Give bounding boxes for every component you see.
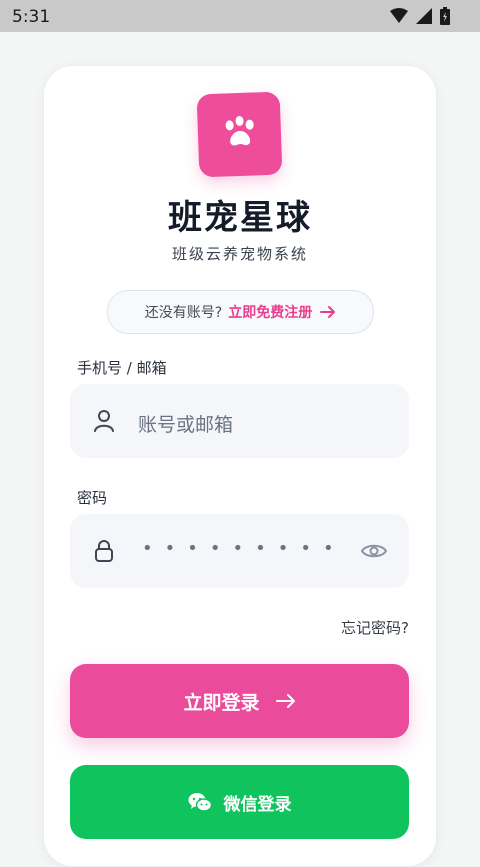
password-label: 密码 xyxy=(77,489,108,507)
battery-icon xyxy=(440,7,450,29)
status-icons xyxy=(390,7,450,29)
login-button-label: 立即登录 xyxy=(183,691,260,714)
arrow-right-icon xyxy=(275,693,296,709)
arrow-right-icon xyxy=(320,305,336,319)
login-button[interactable]: 立即登录 xyxy=(70,664,409,738)
app-title: 班宠星球 xyxy=(168,198,312,238)
lock-icon xyxy=(94,540,114,566)
account-placeholder: 账号或邮箱 xyxy=(138,414,234,436)
register-question: 还没有账号? xyxy=(144,305,223,321)
cellular-icon xyxy=(416,8,432,28)
password-value: ••••••••• xyxy=(142,538,346,559)
status-bar: 5:31 xyxy=(0,0,480,32)
user-icon xyxy=(94,410,114,436)
wechat-icon xyxy=(188,792,212,812)
paw-icon xyxy=(219,112,261,157)
signal-icon xyxy=(390,8,408,28)
forgot-password-link[interactable]: 忘记密码? xyxy=(341,617,409,638)
app-logo xyxy=(196,91,283,178)
status-time: 5:31 xyxy=(12,7,51,27)
register-link-label: 立即免费注册 xyxy=(228,305,313,321)
account-label: 手机号 / 邮箱 xyxy=(77,359,167,377)
eye-icon[interactable] xyxy=(360,542,388,564)
wechat-button-label: 微信登录 xyxy=(223,794,292,815)
password-input[interactable]: ••••••••• xyxy=(70,514,409,588)
app-tagline: 班级云养宠物系统 xyxy=(171,245,308,263)
account-input[interactable]: 账号或邮箱 xyxy=(70,384,409,458)
register-link[interactable]: 还没有账号? 立即免费注册 xyxy=(107,290,374,334)
login-card xyxy=(43,65,437,867)
wechat-login-button[interactable]: 微信登录 xyxy=(70,765,409,839)
